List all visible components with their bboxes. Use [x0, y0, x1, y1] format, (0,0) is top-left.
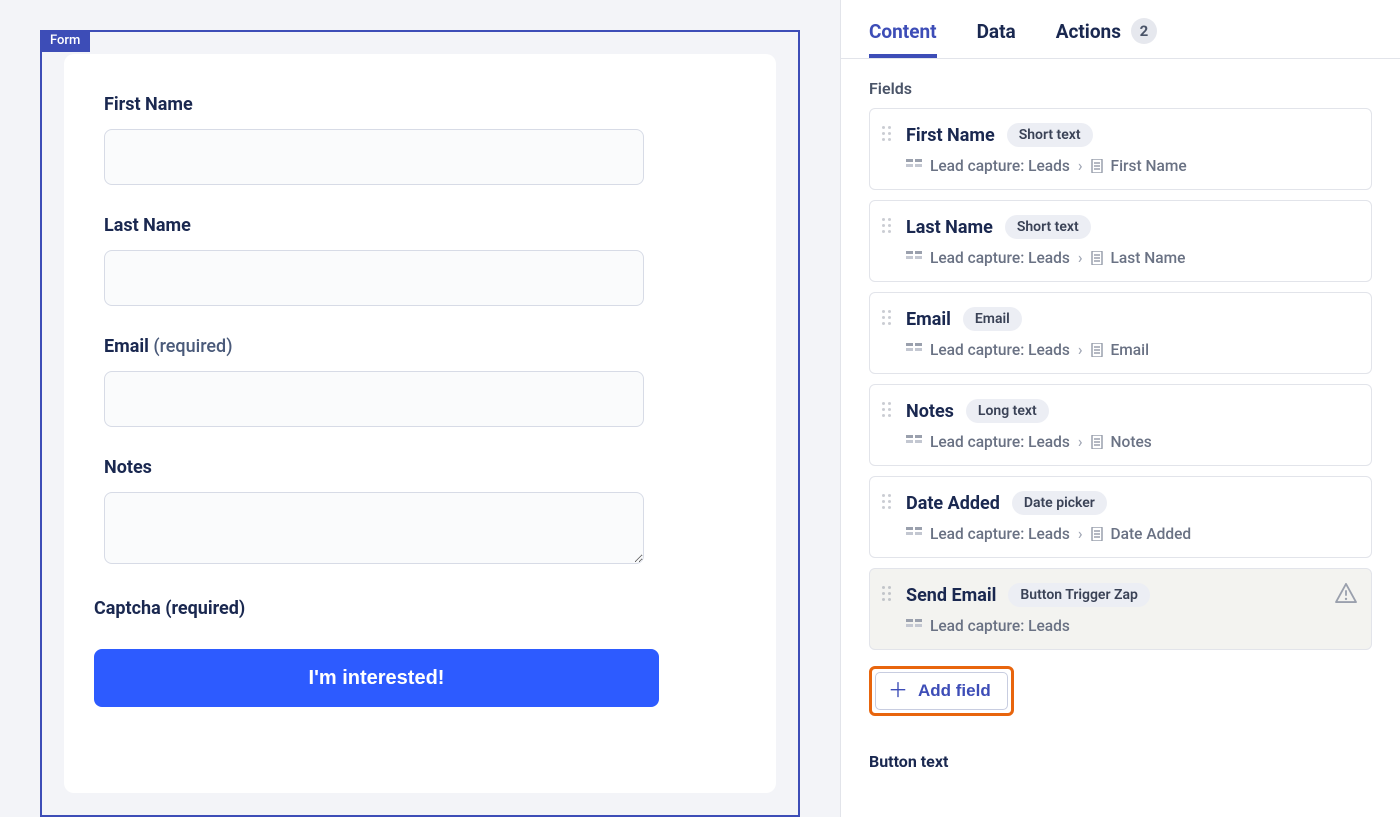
column-icon [1091, 159, 1103, 173]
source-column: First Name [1111, 157, 1187, 175]
field-card[interactable]: First Name Short text Lead capture: Leads ›… [869, 108, 1372, 190]
field-card-source: Lead capture: Leads [882, 617, 1355, 635]
tab-content[interactable]: Content [869, 14, 937, 58]
form-field-label: Email (required) [104, 336, 736, 357]
properties-panel: Content Data Actions 2 Fields First Name… [840, 0, 1400, 817]
add-field-highlight: ＋ Add field [869, 666, 1014, 716]
chevron-right-icon: › [1078, 433, 1083, 451]
field-card-name: Date Added [906, 493, 1000, 514]
plus-icon: ＋ [888, 681, 908, 701]
field-card[interactable]: Email Email Lead capture: Leads › Email [869, 292, 1372, 374]
table-icon [906, 435, 922, 449]
form-input-last-name[interactable] [104, 250, 644, 306]
table-icon [906, 343, 922, 357]
panel-tabs: Content Data Actions 2 [841, 0, 1400, 59]
fields-section-label: Fields [869, 79, 1372, 98]
form-field-group: Notes [104, 457, 736, 568]
field-card[interactable]: Notes Long text Lead capture: Leads › Notes [869, 384, 1372, 466]
add-field-button[interactable]: ＋ Add field [875, 672, 1008, 710]
tab-actions-label: Actions [1056, 20, 1121, 43]
drag-handle-icon[interactable] [882, 218, 894, 236]
drag-handle-icon[interactable] [882, 586, 894, 604]
source-table: Lead capture: Leads [930, 433, 1070, 451]
form-field-label: Notes [104, 457, 736, 478]
table-icon [906, 159, 922, 173]
chevron-right-icon: › [1078, 157, 1083, 175]
submit-button[interactable]: I'm interested! [94, 649, 659, 707]
required-suffix: (required) [153, 336, 232, 357]
field-card-source: Lead capture: Leads › First Name [882, 157, 1355, 175]
actions-count-badge: 2 [1131, 18, 1157, 44]
form-field-group: Email (required) [104, 336, 736, 427]
captcha-label: Captcha (required) [94, 598, 736, 619]
tab-data[interactable]: Data [977, 14, 1016, 57]
source-column: Email [1111, 341, 1150, 359]
column-icon [1091, 251, 1103, 265]
source-table: Lead capture: Leads [930, 525, 1070, 543]
field-card-source: Lead capture: Leads › Email [882, 341, 1355, 359]
form-card: First Name Last Name Email (required) Notes… [64, 54, 776, 793]
form-canvas[interactable]: Form First Name Last Name Email (required)… [40, 30, 800, 817]
field-type-pill: Short text [1007, 123, 1093, 147]
form-input-email[interactable] [104, 371, 644, 427]
source-column: Date Added [1111, 525, 1192, 543]
source-table: Lead capture: Leads [930, 157, 1070, 175]
field-card-name: First Name [906, 125, 995, 146]
drag-handle-icon[interactable] [882, 494, 894, 512]
source-table: Lead capture: Leads [930, 249, 1070, 267]
form-field-label: Last Name [104, 215, 736, 236]
source-table: Lead capture: Leads [930, 617, 1070, 635]
column-icon [1091, 435, 1103, 449]
field-type-pill: Short text [1005, 215, 1091, 239]
drag-handle-icon[interactable] [882, 126, 894, 144]
drag-handle-icon[interactable] [882, 402, 894, 420]
form-input-notes[interactable] [104, 492, 644, 564]
table-icon [906, 251, 922, 265]
table-icon [906, 527, 922, 541]
field-type-pill: Long text [966, 399, 1049, 423]
chevron-right-icon: › [1078, 525, 1083, 543]
field-type-pill: Button Trigger Zap [1008, 583, 1149, 607]
source-column: Notes [1111, 433, 1152, 451]
field-type-pill: Date picker [1012, 491, 1107, 515]
chevron-right-icon: › [1078, 249, 1083, 267]
field-card[interactable]: Last NameShort textLead capture: Leads›L… [869, 200, 1372, 282]
form-field-label: First Name [104, 94, 736, 115]
field-card[interactable]: Date AddedDate pickerLead capture: Leads… [869, 476, 1372, 558]
field-card-source: Lead capture: Leads › Last Name [882, 249, 1355, 267]
field-card[interactable]: Send Email Button Trigger Zap Lead capture… [869, 568, 1372, 650]
tab-actions[interactable]: Actions 2 [1056, 12, 1157, 58]
form-field-group: Last Name [104, 215, 736, 306]
column-icon [1091, 527, 1103, 541]
table-icon [906, 619, 922, 633]
field-card-name: Last Name [906, 217, 993, 238]
column-icon [1091, 343, 1103, 357]
field-card-source: Lead capture: Leads › Notes [882, 433, 1355, 451]
field-card-name: Send Email [906, 585, 996, 606]
button-text-section-label: Button text [869, 752, 1372, 771]
form-input-first-name[interactable] [104, 129, 644, 185]
field-card-name: Email [906, 309, 951, 330]
warning-icon [1335, 583, 1357, 607]
field-card-source: Lead capture: Leads › Date Added [882, 525, 1355, 543]
add-field-label: Add field [918, 681, 991, 701]
source-table: Lead capture: Leads [930, 341, 1070, 359]
chevron-right-icon: › [1078, 341, 1083, 359]
field-card-name: Notes [906, 401, 954, 422]
drag-handle-icon[interactable] [882, 310, 894, 328]
source-column: Last Name [1111, 249, 1186, 267]
form-tag: Form [40, 30, 90, 52]
form-field-group: First Name [104, 94, 736, 185]
field-type-pill: Email [963, 307, 1022, 331]
